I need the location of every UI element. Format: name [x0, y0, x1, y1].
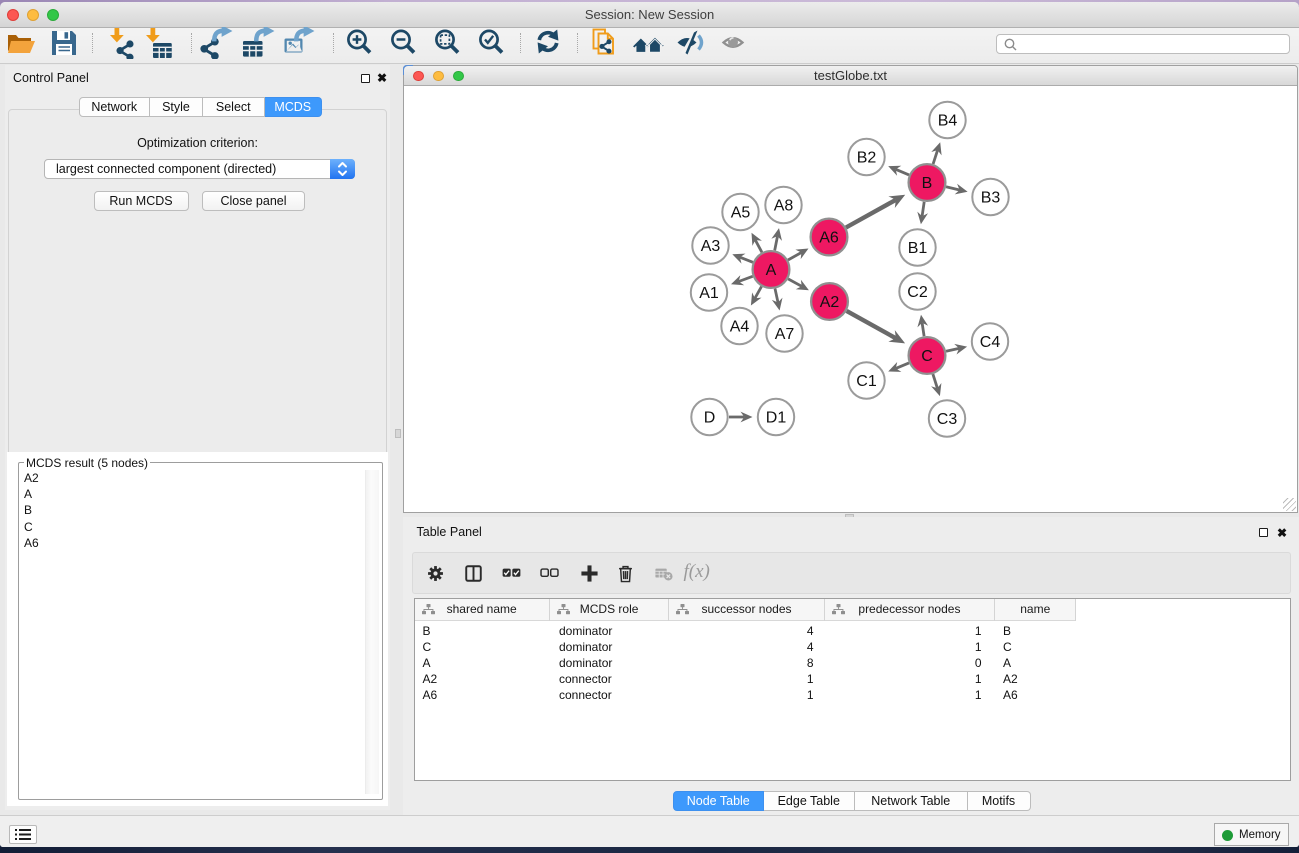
svg-text:A4: A4	[730, 319, 750, 336]
svg-text:C: C	[921, 348, 933, 365]
svg-text:B2: B2	[857, 150, 877, 167]
svg-text:B: B	[922, 175, 933, 192]
svg-text:D: D	[704, 410, 716, 427]
svg-text:D1: D1	[766, 410, 787, 427]
svg-text:A8: A8	[774, 198, 794, 215]
svg-text:C2: C2	[907, 284, 928, 301]
svg-text:A: A	[766, 262, 777, 279]
svg-text:C4: C4	[980, 334, 1001, 351]
svg-text:B1: B1	[908, 240, 928, 257]
svg-text:A1: A1	[699, 285, 719, 302]
svg-text:B4: B4	[938, 113, 958, 130]
svg-text:C3: C3	[937, 411, 958, 428]
svg-text:A7: A7	[775, 326, 795, 343]
svg-text:A6: A6	[819, 230, 839, 247]
svg-text:B3: B3	[981, 190, 1001, 207]
svg-text:A2: A2	[820, 294, 840, 311]
svg-text:C1: C1	[856, 373, 877, 390]
svg-text:A5: A5	[731, 205, 751, 222]
svg-text:A3: A3	[701, 238, 721, 255]
